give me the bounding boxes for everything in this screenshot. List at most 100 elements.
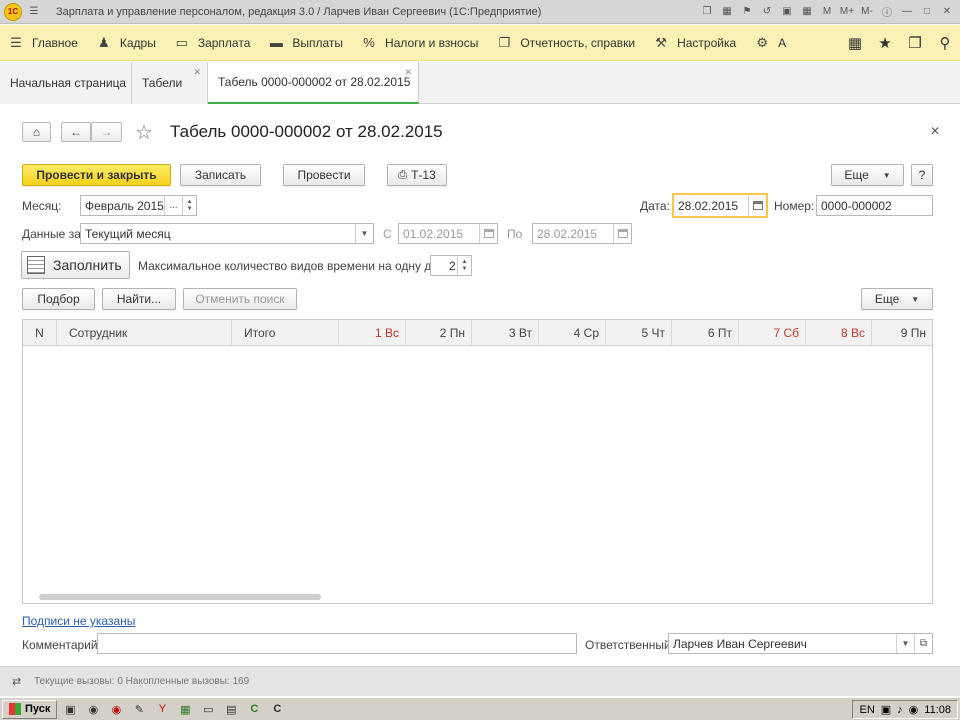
open-icon[interactable]: ⧉ bbox=[914, 634, 932, 653]
menu-item-admin[interactable]: ⚙ А bbox=[746, 25, 796, 61]
window-titlebar: 1С ☰ Зарплата и управление персоналом, р… bbox=[0, 0, 960, 24]
app-c-gray-icon[interactable]: C bbox=[267, 700, 287, 719]
cancel-search-button[interactable]: Отменить поиск bbox=[183, 288, 297, 310]
column-header-total[interactable]: Итого bbox=[232, 320, 339, 345]
dropdown-arrow-icon[interactable]: ▼ bbox=[355, 224, 373, 243]
close-icon[interactable]: ✕ bbox=[938, 3, 956, 20]
apps-grid-icon[interactable]: ▦ bbox=[840, 25, 870, 61]
dropdown-arrow-icon[interactable]: ▼ bbox=[896, 634, 914, 653]
monitor-icon[interactable]: ▭ bbox=[198, 700, 218, 719]
help-button[interactable]: ? bbox=[911, 164, 933, 186]
search-icon[interactable]: ⚲ bbox=[930, 25, 960, 61]
timesheet-table[interactable]: N Сотрудник Итого 1 Вс 2 Пн 3 Вт 4 Ср 5 … bbox=[22, 319, 933, 604]
history-icon[interactable]: ❐ bbox=[900, 25, 930, 61]
close-icon[interactable]: ✕ bbox=[193, 67, 201, 78]
language-indicator[interactable]: EN bbox=[859, 704, 874, 716]
volume-icon[interactable]: ♪ bbox=[897, 704, 903, 716]
calendar-button[interactable] bbox=[613, 224, 631, 243]
favorite-star-icon[interactable]: ☆ bbox=[135, 120, 153, 145]
column-header-day-4[interactable]: 4 Ср bbox=[539, 320, 606, 345]
max-kinds-stepper[interactable]: 2 ▲ ▼ bbox=[430, 255, 472, 276]
spreadsheet-icon[interactable]: ▦ bbox=[175, 700, 195, 719]
horizontal-scrollbar[interactable] bbox=[39, 594, 321, 600]
close-icon[interactable]: ✕ bbox=[930, 124, 940, 138]
post-and-close-button[interactable]: Провести и закрыть bbox=[22, 164, 171, 186]
comment-field[interactable] bbox=[97, 633, 577, 654]
security-icon[interactable]: ◉ bbox=[909, 703, 919, 716]
number-field[interactable]: 0000-000002 bbox=[816, 195, 933, 216]
column-header-employee[interactable]: Сотрудник bbox=[57, 320, 232, 345]
column-header-day-1[interactable]: 1 Вс bbox=[339, 320, 406, 345]
menu-item-hr[interactable]: ♟ Кадры bbox=[88, 25, 166, 61]
responsible-field[interactable]: Ларчев Иван Сергеевич ▼ ⧉ bbox=[668, 633, 933, 654]
table-more-button[interactable]: Еще ▼ bbox=[861, 288, 933, 310]
favorites-star-icon[interactable]: ★ bbox=[870, 25, 900, 61]
column-header-day-6[interactable]: 6 Пт bbox=[672, 320, 739, 345]
month-stepper[interactable]: ▲ ▼ bbox=[182, 196, 196, 215]
menu-item-reports[interactable]: ❐ Отчетность, справки bbox=[488, 25, 645, 61]
column-header-day-8[interactable]: 8 Вс bbox=[806, 320, 872, 345]
column-header-day-5[interactable]: 5 Чт bbox=[606, 320, 672, 345]
calendar-icon[interactable]: ▣ bbox=[778, 3, 796, 20]
history-icon[interactable]: ↺ bbox=[758, 3, 776, 20]
column-header-day-2[interactable]: 2 Пн bbox=[406, 320, 472, 345]
copy-icon[interactable]: ❐ bbox=[698, 3, 716, 20]
calendar-button[interactable] bbox=[479, 224, 497, 243]
maximize-icon[interactable]: □ bbox=[918, 3, 936, 20]
column-header-day-9[interactable]: 9 Пн bbox=[872, 320, 932, 345]
calendar-button[interactable] bbox=[748, 195, 766, 216]
calc-icon[interactable]: ▦ bbox=[798, 3, 816, 20]
data-for-select[interactable]: Текущий месяц ▼ bbox=[80, 223, 374, 244]
bookmark-icon[interactable]: ⚑ bbox=[738, 3, 756, 20]
window-menu-icon[interactable]: ☰ bbox=[26, 4, 42, 20]
memory-mminus-icon[interactable]: M- bbox=[858, 3, 876, 20]
opera-icon[interactable]: ◉ bbox=[106, 700, 126, 719]
fill-button[interactable]: Заполнить bbox=[21, 251, 130, 279]
menu-item-main[interactable]: ☰ Главное bbox=[0, 25, 88, 61]
start-button[interactable]: Пуск bbox=[2, 699, 58, 719]
month-field[interactable]: Февраль 2015 ... ▲ ▼ bbox=[80, 195, 197, 216]
app-1c-icon[interactable]: ◉ bbox=[83, 700, 103, 719]
close-icon[interactable]: ✕ bbox=[404, 67, 412, 78]
info-icon[interactable]: ⓘ bbox=[878, 3, 896, 20]
choose-month-button[interactable]: ... bbox=[164, 196, 182, 215]
print-t13-button[interactable]: ⎙ Т-13 bbox=[387, 164, 447, 186]
menu-item-payments[interactable]: ▬ Выплаты bbox=[260, 25, 353, 61]
post-button[interactable]: Провести bbox=[283, 164, 365, 186]
responsible-value: Ларчев Иван Сергеевич bbox=[673, 636, 807, 651]
date-field[interactable]: 28.02.2015 bbox=[672, 193, 768, 218]
floppy-icon[interactable]: ▣ bbox=[60, 700, 80, 719]
signatures-link[interactable]: Подписи не указаны bbox=[22, 614, 135, 628]
pen-icon[interactable]: ✎ bbox=[129, 700, 149, 719]
home-button[interactable]: ⌂ bbox=[22, 122, 51, 142]
find-button[interactable]: Найти... bbox=[102, 288, 176, 310]
from-date-field[interactable]: 01.02.2015 bbox=[398, 223, 498, 244]
column-header-n[interactable]: N bbox=[23, 320, 57, 345]
select-button[interactable]: Подбор bbox=[22, 288, 95, 310]
memory-mplus-icon[interactable]: M+ bbox=[838, 3, 856, 20]
column-header-day-3[interactable]: 3 Вт bbox=[472, 320, 539, 345]
save-button[interactable]: Записать bbox=[180, 164, 261, 186]
back-button[interactable]: ← bbox=[61, 122, 91, 142]
minimize-icon[interactable]: — bbox=[898, 3, 916, 20]
menu-item-taxes[interactable]: % Налоги и взносы bbox=[353, 25, 488, 61]
tab-home[interactable]: Начальная страница bbox=[0, 62, 132, 104]
main-menu-tools: ▦ ★ ❐ ⚲ bbox=[840, 25, 960, 61]
app-c-green-icon[interactable]: C bbox=[244, 700, 264, 719]
archive-icon[interactable]: ▤ bbox=[221, 700, 241, 719]
column-header-day-7[interactable]: 7 Сб bbox=[739, 320, 806, 345]
server-calls-icon[interactable]: ⇄ bbox=[12, 675, 28, 689]
tile-icon[interactable]: ▦ bbox=[718, 3, 736, 20]
menu-item-salary[interactable]: ▭ Зарплата bbox=[166, 25, 261, 61]
stepper-buttons[interactable]: ▲ ▼ bbox=[457, 256, 471, 275]
more-button[interactable]: Еще ▼ bbox=[831, 164, 904, 186]
forward-button[interactable]: → bbox=[91, 122, 122, 142]
memory-m-icon[interactable]: M bbox=[818, 3, 836, 20]
menu-item-settings[interactable]: ⚒ Настройка bbox=[645, 25, 746, 61]
network-icon[interactable]: ▣ bbox=[881, 703, 891, 716]
to-date-field[interactable]: 28.02.2015 bbox=[532, 223, 632, 244]
app-logo-icon[interactable]: 1С bbox=[4, 2, 22, 21]
yandex-icon[interactable]: Y bbox=[152, 700, 172, 719]
tab-timesheets[interactable]: Табели ✕ bbox=[132, 62, 208, 104]
tab-timesheet-document[interactable]: Табель 0000-000002 от 28.02.2015 ✕ bbox=[208, 62, 419, 104]
